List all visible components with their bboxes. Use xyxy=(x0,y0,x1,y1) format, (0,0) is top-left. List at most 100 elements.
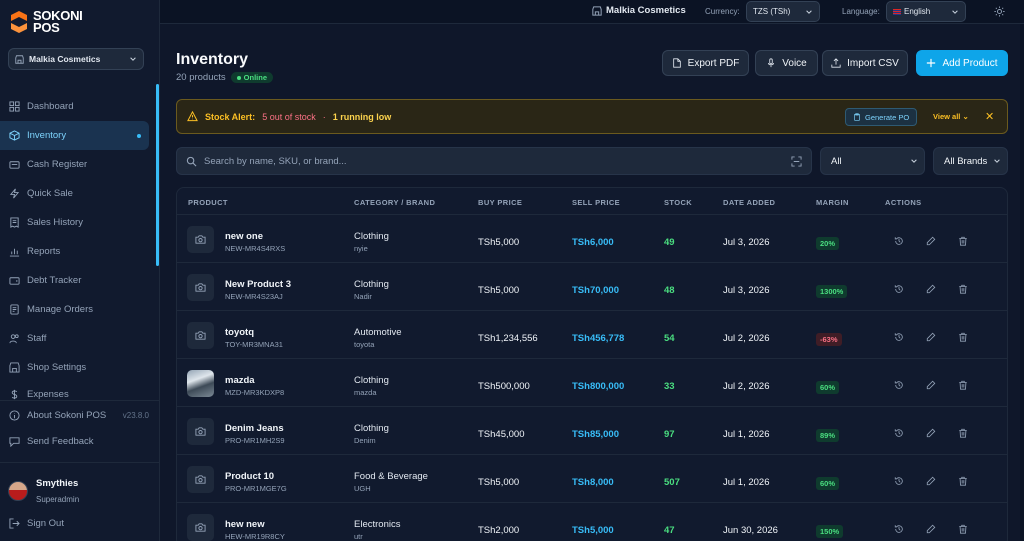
margin-badge: 60% xyxy=(816,477,840,490)
edit-icon[interactable] xyxy=(926,332,936,342)
product-name[interactable]: hew new xyxy=(225,519,265,530)
close-icon[interactable]: ✕ xyxy=(985,110,994,123)
sidebar-item-quick-sale[interactable]: Quick Sale xyxy=(0,179,160,208)
bolt-icon xyxy=(9,188,20,199)
divider xyxy=(0,400,160,401)
product-thumbnail[interactable] xyxy=(187,274,214,301)
header-stock[interactable]: STOCK xyxy=(664,198,692,207)
camera-icon xyxy=(195,331,206,340)
edit-icon[interactable] xyxy=(926,236,936,246)
view-all-link[interactable]: View all ⌄ xyxy=(933,112,969,121)
import-csv-button[interactable]: Import CSV xyxy=(822,50,908,76)
product-name[interactable]: Product 10 xyxy=(225,471,274,482)
sidebar-item-dashboard[interactable]: Dashboard xyxy=(0,92,160,121)
history-icon[interactable] xyxy=(894,236,904,246)
product-brand: toyota xyxy=(354,340,375,349)
feedback-label: Send Feedback xyxy=(27,436,94,447)
header-product[interactable]: PRODUCT xyxy=(188,198,228,207)
product-name[interactable]: toyotq xyxy=(225,327,254,338)
language-label: Language: xyxy=(842,7,880,16)
trash-icon[interactable] xyxy=(958,284,968,294)
product-thumbnail[interactable] xyxy=(187,322,214,349)
edit-icon[interactable] xyxy=(926,284,936,294)
margin-badge: 150% xyxy=(816,525,844,538)
main-scrollbar[interactable] xyxy=(1020,24,1024,541)
trash-icon[interactable] xyxy=(958,476,968,486)
sidebar-scrollbar[interactable] xyxy=(156,84,159,266)
sidebar-item-staff[interactable]: Staff xyxy=(0,324,160,353)
product-thumbnail[interactable] xyxy=(187,514,214,541)
edit-icon[interactable] xyxy=(926,380,936,390)
table-row[interactable]: Product 10 PRO-MR1MGE7G Food & Beverage UGH… xyxy=(177,455,1007,503)
trash-icon[interactable] xyxy=(958,236,968,246)
language-select[interactable]: English xyxy=(886,1,966,22)
dashboard-icon xyxy=(9,101,20,112)
header-category-brand[interactable]: CATEGORY / BRAND xyxy=(354,198,435,207)
trash-icon[interactable] xyxy=(958,428,968,438)
product-thumbnail[interactable] xyxy=(187,418,214,445)
sidebar-item-sales-history[interactable]: Sales History xyxy=(0,208,160,237)
sidebar-item-manage-orders[interactable]: Manage Orders xyxy=(0,295,160,324)
box-icon xyxy=(9,130,20,141)
theme-toggle-icon[interactable] xyxy=(994,6,1005,17)
voice-button[interactable]: Voice xyxy=(755,50,818,76)
top-bar: Malkia Cosmetics Currency: TZS (TSh) Lan… xyxy=(160,0,1024,24)
history-icon[interactable] xyxy=(894,476,904,486)
sidebar-item-expenses[interactable]: Expenses xyxy=(0,382,160,400)
header-margin[interactable]: MARGIN xyxy=(816,198,849,207)
history-icon[interactable] xyxy=(894,284,904,294)
barcode-scan-icon[interactable] xyxy=(791,155,802,167)
user-name: Smythies xyxy=(36,478,79,489)
user-profile[interactable]: Smythies Superadmin xyxy=(8,478,79,504)
history-icon[interactable] xyxy=(894,428,904,438)
send-feedback-link[interactable]: Send Feedback xyxy=(9,436,94,447)
about-link[interactable]: About Sokoni POS v23.8.0 xyxy=(9,410,149,421)
logo[interactable]: SOKONI POS xyxy=(8,9,83,35)
table-row[interactable]: Denim Jeans PRO-MR1MH2S9 Clothing Denim TSh4… xyxy=(177,407,1007,455)
sidebar-item-reports[interactable]: Reports xyxy=(0,237,160,266)
add-product-button[interactable]: Add Product xyxy=(916,50,1008,76)
product-name[interactable]: New Product 3 xyxy=(225,279,291,290)
table-row[interactable]: new one NEW-MR4S4RXS Clothing nyie TSh5,000 T… xyxy=(177,215,1007,263)
header-buy-price[interactable]: BUY PRICE xyxy=(478,198,522,207)
trash-icon[interactable] xyxy=(958,524,968,534)
trash-icon[interactable] xyxy=(958,380,968,390)
product-name[interactable]: mazda xyxy=(225,375,255,386)
currency-select[interactable]: TZS (TSh) xyxy=(746,1,820,22)
table-row[interactable]: New Product 3 NEW-MR4S23AJ Clothing Nadir TS… xyxy=(177,263,1007,311)
table-row[interactable]: hew new HEW-MR19R8CY Electronics utr TSh2,00… xyxy=(177,503,1007,541)
product-name[interactable]: Denim Jeans xyxy=(225,423,284,434)
store-selector[interactable]: Malkia Cosmetics xyxy=(8,48,144,70)
generate-po-button[interactable]: Generate PO xyxy=(845,108,918,126)
sign-out-button[interactable]: Sign Out xyxy=(9,518,64,529)
product-thumbnail[interactable] xyxy=(187,226,214,253)
product-name[interactable]: new one xyxy=(225,231,263,242)
stock-count: 47 xyxy=(664,525,675,536)
store-icon xyxy=(592,5,602,16)
table-row[interactable]: toyotq TOY-MR3MNA31 Automotive toyota TSh1,2… xyxy=(177,311,1007,359)
sidebar-item-inventory[interactable]: Inventory xyxy=(0,121,149,150)
table-row[interactable]: mazda MZD-MR3KDXP8 Clothing mazda TSh500,000… xyxy=(177,359,1007,407)
sidebar-item-cash-register[interactable]: Cash Register xyxy=(0,150,160,179)
header-sell-price[interactable]: SELL PRICE xyxy=(572,198,620,207)
currency-label: Currency: xyxy=(705,7,740,16)
edit-icon[interactable] xyxy=(926,428,936,438)
buy-price: TSh5,000 xyxy=(478,237,520,248)
sidebar-item-shop-settings[interactable]: Shop Settings xyxy=(0,353,160,382)
category-filter-select[interactable]: All xyxy=(820,147,925,175)
edit-icon[interactable] xyxy=(926,524,936,534)
product-sku: PRO-MR1MGE7G xyxy=(225,484,287,493)
history-icon[interactable] xyxy=(894,332,904,342)
edit-icon[interactable] xyxy=(926,476,936,486)
header-date-added[interactable]: DATE ADDED xyxy=(723,198,775,207)
export-pdf-button[interactable]: Export PDF xyxy=(662,50,749,76)
search-input[interactable]: Search by name, SKU, or brand... xyxy=(176,147,812,175)
history-icon[interactable] xyxy=(894,380,904,390)
product-thumbnail[interactable] xyxy=(187,466,214,493)
history-icon[interactable] xyxy=(894,524,904,534)
trash-icon[interactable] xyxy=(958,332,968,342)
brand-filter-select[interactable]: All Brands xyxy=(933,147,1008,175)
product-thumbnail[interactable] xyxy=(187,370,214,397)
sidebar-item-debt-tracker[interactable]: Debt Tracker xyxy=(0,266,160,295)
orders-icon xyxy=(10,304,19,315)
